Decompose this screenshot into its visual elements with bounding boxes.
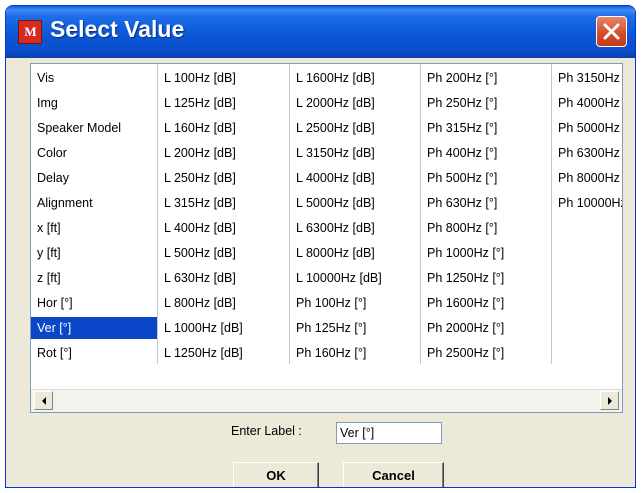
- close-icon: [603, 23, 620, 40]
- list-item[interactable]: L 3150Hz [dB]: [290, 142, 420, 164]
- ok-button[interactable]: OK: [233, 462, 319, 487]
- list-item[interactable]: L 160Hz [dB]: [158, 117, 289, 139]
- list-item[interactable]: Ph 250Hz [°]: [421, 92, 551, 114]
- list-item[interactable]: Ph 200Hz [°]: [421, 67, 551, 89]
- list-item[interactable]: Ph 400Hz [°]: [421, 142, 551, 164]
- list-item[interactable]: y [ft]: [31, 242, 157, 264]
- list-item[interactable]: Ph 125Hz [°]: [290, 317, 420, 339]
- list-item[interactable]: Ph 10000Hz: [552, 192, 622, 214]
- list-item[interactable]: Rot [°]: [31, 342, 157, 364]
- list-item[interactable]: L 200Hz [dB]: [158, 142, 289, 164]
- list-item[interactable]: Ph 160Hz [°]: [290, 342, 420, 364]
- list-item[interactable]: L 2000Hz [dB]: [290, 92, 420, 114]
- list-item[interactable]: Vis: [31, 67, 157, 89]
- list-item[interactable]: Ph 8000Hz [: [552, 167, 622, 189]
- list-item[interactable]: Ph 2000Hz [°]: [421, 317, 551, 339]
- list-item[interactable]: z [ft]: [31, 267, 157, 289]
- cancel-button[interactable]: Cancel: [343, 462, 444, 487]
- list-item[interactable]: Ph 1000Hz [°]: [421, 242, 551, 264]
- list-item[interactable]: L 125Hz [dB]: [158, 92, 289, 114]
- list-item[interactable]: L 10000Hz [dB]: [290, 267, 420, 289]
- dialog-title: Select Value: [50, 16, 185, 42]
- list-item[interactable]: Ver [°]: [31, 317, 157, 339]
- list-item[interactable]: L 100Hz [dB]: [158, 67, 289, 89]
- horizontal-scrollbar[interactable]: [31, 389, 622, 412]
- list-item[interactable]: L 1600Hz [dB]: [290, 67, 420, 89]
- list-item[interactable]: Speaker Model: [31, 117, 157, 139]
- close-button[interactable]: [596, 16, 627, 47]
- list-item[interactable]: Delay: [31, 167, 157, 189]
- enter-label-label: Enter Label :: [231, 424, 302, 438]
- select-value-dialog: M Select Value Vis Img Speaker Model Color D…: [5, 5, 636, 488]
- list-item[interactable]: Ph 1250Hz [°]: [421, 267, 551, 289]
- list-item[interactable]: L 6300Hz [dB]: [290, 217, 420, 239]
- list-item[interactable]: Ph 630Hz [°]: [421, 192, 551, 214]
- list-item[interactable]: L 5000Hz [dB]: [290, 192, 420, 214]
- list-item[interactable]: L 1250Hz [dB]: [158, 342, 289, 364]
- label-input[interactable]: Ver [°]: [336, 422, 442, 444]
- arrow-right-icon: [608, 397, 612, 405]
- list-item[interactable]: Ph 315Hz [°]: [421, 117, 551, 139]
- list-item[interactable]: L 1000Hz [dB]: [158, 317, 289, 339]
- list-item[interactable]: L 800Hz [dB]: [158, 292, 289, 314]
- list-item[interactable]: L 630Hz [dB]: [158, 267, 289, 289]
- list-item[interactable]: Ph 2500Hz [°]: [421, 342, 551, 364]
- list-item[interactable]: L 8000Hz [dB]: [290, 242, 420, 264]
- list-item[interactable]: L 500Hz [dB]: [158, 242, 289, 264]
- list-item[interactable]: Ph 800Hz [°]: [421, 217, 551, 239]
- list-item[interactable]: Img: [31, 92, 157, 114]
- scroll-right-button[interactable]: [600, 391, 619, 410]
- value-list[interactable]: Vis Img Speaker Model Color Delay Alignment x …: [30, 63, 623, 413]
- list-item[interactable]: Ph 6300Hz [: [552, 142, 622, 164]
- title-bar[interactable]: M Select Value: [6, 6, 635, 58]
- list-item[interactable]: L 4000Hz [dB]: [290, 167, 420, 189]
- list-item[interactable]: Ph 4000Hz [: [552, 92, 622, 114]
- arrow-left-icon: [42, 397, 46, 405]
- list-item[interactable]: Ph 3150Hz [: [552, 67, 622, 89]
- list-item[interactable]: x [ft]: [31, 217, 157, 239]
- list-item[interactable]: L 400Hz [dB]: [158, 217, 289, 239]
- list-item[interactable]: Hor [°]: [31, 292, 157, 314]
- list-item[interactable]: L 250Hz [dB]: [158, 167, 289, 189]
- list-item[interactable]: Ph 500Hz [°]: [421, 167, 551, 189]
- list-item[interactable]: Alignment: [31, 192, 157, 214]
- list-item[interactable]: Ph 5000Hz [: [552, 117, 622, 139]
- list-item[interactable]: L 315Hz [dB]: [158, 192, 289, 214]
- list-item[interactable]: Ph 1600Hz [°]: [421, 292, 551, 314]
- scroll-left-button[interactable]: [34, 391, 53, 410]
- list-item[interactable]: Color: [31, 142, 157, 164]
- list-item[interactable]: L 2500Hz [dB]: [290, 117, 420, 139]
- list-item[interactable]: Ph 100Hz [°]: [290, 292, 420, 314]
- app-icon: M: [18, 20, 42, 44]
